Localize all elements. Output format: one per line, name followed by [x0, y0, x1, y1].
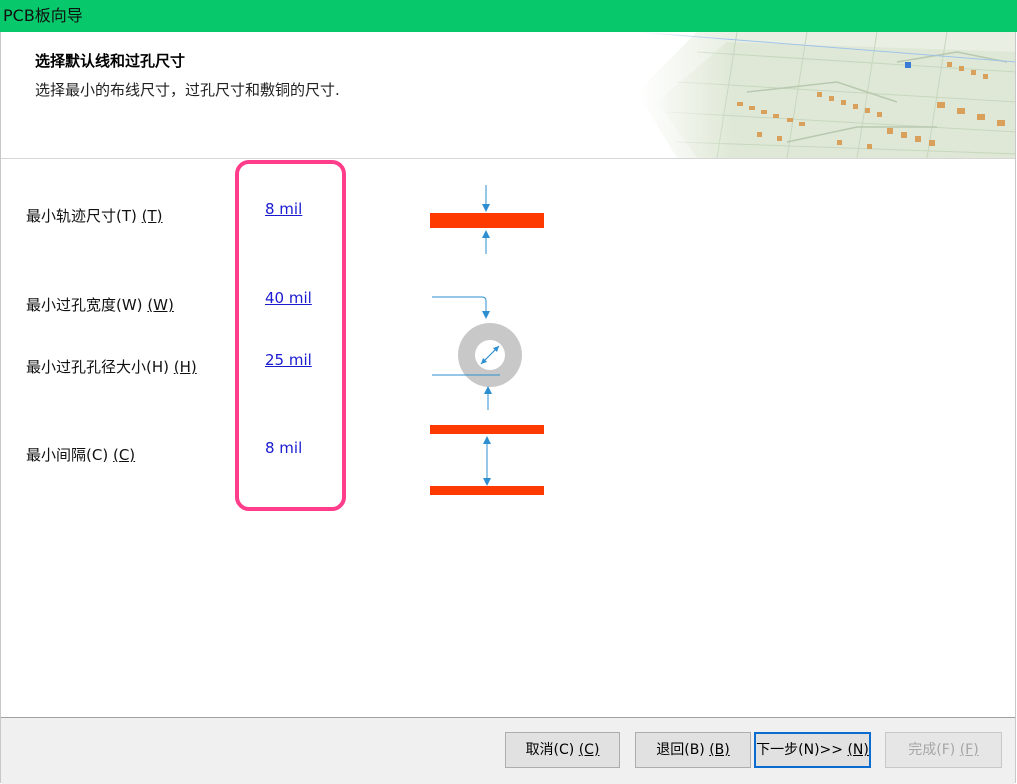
page-title: 选择默认线和过孔尺寸: [35, 52, 186, 70]
window-title: PCB板向导: [3, 6, 83, 25]
min-clearance-label: 最小间隔(C) (C): [26, 446, 136, 464]
wizard-header: 选择默认线和过孔尺寸 选择最小的布线尺寸，过孔尺寸和敷铜的尺寸.: [1, 32, 1015, 159]
window-right-border: [1015, 32, 1016, 783]
dimension-diagram: [430, 185, 544, 495]
next-button[interactable]: 下一步(N)>> (N): [754, 732, 871, 768]
cancel-button[interactable]: 取消(C) (C): [505, 732, 620, 768]
min-track-size-label: 最小轨迹尺寸(T) (T): [26, 207, 163, 225]
via-diagram: [432, 296, 522, 410]
clearance-diagram: [430, 425, 544, 495]
clearance-track-bottom: [430, 486, 544, 495]
min-via-width-label: 最小过孔宽度(W) (W): [26, 296, 174, 314]
pcb-banner-image: [637, 32, 1015, 158]
wizard-footer: 取消(C) (C) 退回(B) (B) 下一步(N)>> (N) 完成(F) (…: [1, 717, 1015, 784]
track-width-diagram: [430, 185, 544, 254]
min-via-hole-size-label: 最小过孔孔径大小(H) (H): [26, 358, 197, 376]
values-highlight-box: [235, 160, 346, 511]
back-button[interactable]: 退回(B) (B): [635, 732, 751, 768]
finish-button[interactable]: 完成(F) (F): [885, 732, 1002, 768]
page-subtitle: 选择最小的布线尺寸，过孔尺寸和敷铜的尺寸.: [35, 81, 340, 99]
track-bar: [430, 213, 544, 228]
clearance-track-top: [430, 425, 544, 434]
title-bar[interactable]: PCB板向导: [0, 0, 1017, 32]
